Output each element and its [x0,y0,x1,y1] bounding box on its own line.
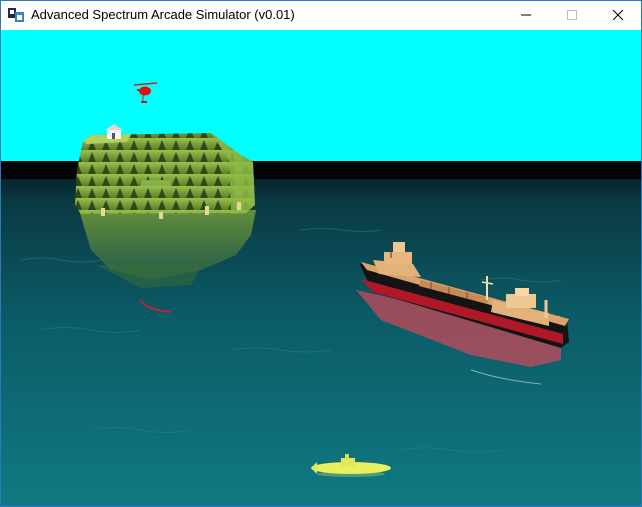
app-icon [7,6,25,24]
game-scene [1,30,641,506]
window-title: Advanced Spectrum Arcade Simulator (v0.0… [31,7,295,22]
title-bar[interactable]: Advanced Spectrum Arcade Simulator (v0.0… [1,1,641,30]
island [75,133,255,219]
maximize-icon [567,7,577,25]
game-viewport[interactable] [1,30,641,506]
app-window: Advanced Spectrum Arcade Simulator (v0.0… [0,0,642,507]
maximize-button[interactable] [549,1,595,30]
minimize-icon [521,7,531,25]
close-button[interactable] [595,1,641,30]
minimize-button[interactable] [503,1,549,30]
close-icon [612,7,624,25]
